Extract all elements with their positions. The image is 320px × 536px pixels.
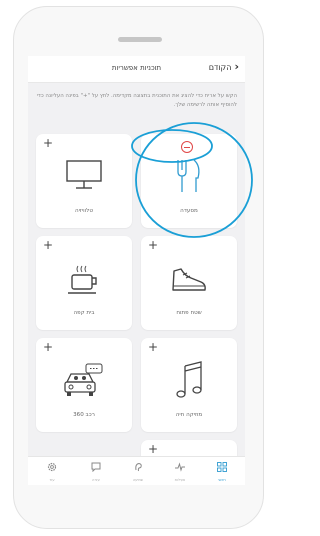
- fork-knife-icon: [177, 159, 200, 192]
- tab-hearing[interactable]: שמיעה: [120, 457, 156, 485]
- top-bar: הקודם › תוכניות אפשריות: [28, 56, 245, 83]
- add-program-button[interactable]: +: [148, 443, 158, 455]
- page-title: תוכניות אפשריות: [111, 64, 162, 72]
- instructions-text: הקש על אריח כדי להציג את התוכנית בתצוגה …: [36, 93, 237, 108]
- music-note-icon: [176, 361, 202, 398]
- program-label: שטח פתוח: [176, 310, 202, 316]
- add-program-button[interactable]: +: [43, 239, 53, 251]
- tab-help[interactable]: עזרה: [78, 457, 114, 485]
- coffee-cup-icon: [68, 265, 97, 294]
- remove-program-button[interactable]: [181, 141, 193, 153]
- chat-bubble-icon: [91, 462, 101, 472]
- program-card-tv[interactable]: + טלוויזיה: [36, 134, 132, 228]
- add-program-button[interactable]: +: [43, 341, 53, 353]
- program-label: מסעדה: [180, 208, 198, 214]
- tab-home[interactable]: ראשי: [204, 457, 240, 485]
- speaker-grille: [118, 37, 162, 42]
- program-label: מוזיקה חיה: [175, 412, 203, 418]
- car-icon: [64, 363, 103, 396]
- program-card-cafe[interactable]: + בית קפה: [36, 236, 132, 330]
- add-program-button[interactable]: +: [148, 341, 158, 353]
- add-program-button[interactable]: +: [148, 239, 158, 251]
- bottom-tab-bar: עוד עזרה שמיעה פעילות ראשי: [28, 456, 245, 485]
- program-card-restaurant[interactable]: מסעדה: [141, 134, 237, 228]
- ear-icon: [135, 462, 142, 472]
- tab-label: עזרה: [92, 478, 100, 482]
- grid-icon: [217, 462, 227, 472]
- tab-label: עוד: [49, 478, 55, 482]
- program-label: בית קפה: [73, 310, 95, 316]
- tab-label: ראשי: [218, 478, 226, 482]
- add-program-button[interactable]: +: [43, 137, 53, 149]
- program-label: טלוויזיה: [75, 208, 93, 214]
- program-card-music[interactable]: + מוזיקה חיה: [141, 338, 237, 432]
- gear-icon: [47, 462, 57, 472]
- tab-settings[interactable]: עוד: [34, 457, 70, 485]
- program-label: 360 רכב: [73, 412, 95, 418]
- tab-label: שמיעה: [132, 478, 144, 482]
- sneaker-icon: [172, 268, 206, 291]
- tab-activity[interactable]: פעילות: [162, 457, 198, 485]
- program-card-car[interactable]: + 360 רכב: [36, 338, 132, 432]
- app-screen: הקודם › תוכניות אפשריות הקש על אריח כדי …: [28, 56, 245, 485]
- tab-label: פעילות: [174, 478, 186, 482]
- pulse-icon: [175, 462, 185, 472]
- program-card-outdoor[interactable]: + שטח פתוח: [141, 236, 237, 330]
- tv-icon: [66, 160, 102, 189]
